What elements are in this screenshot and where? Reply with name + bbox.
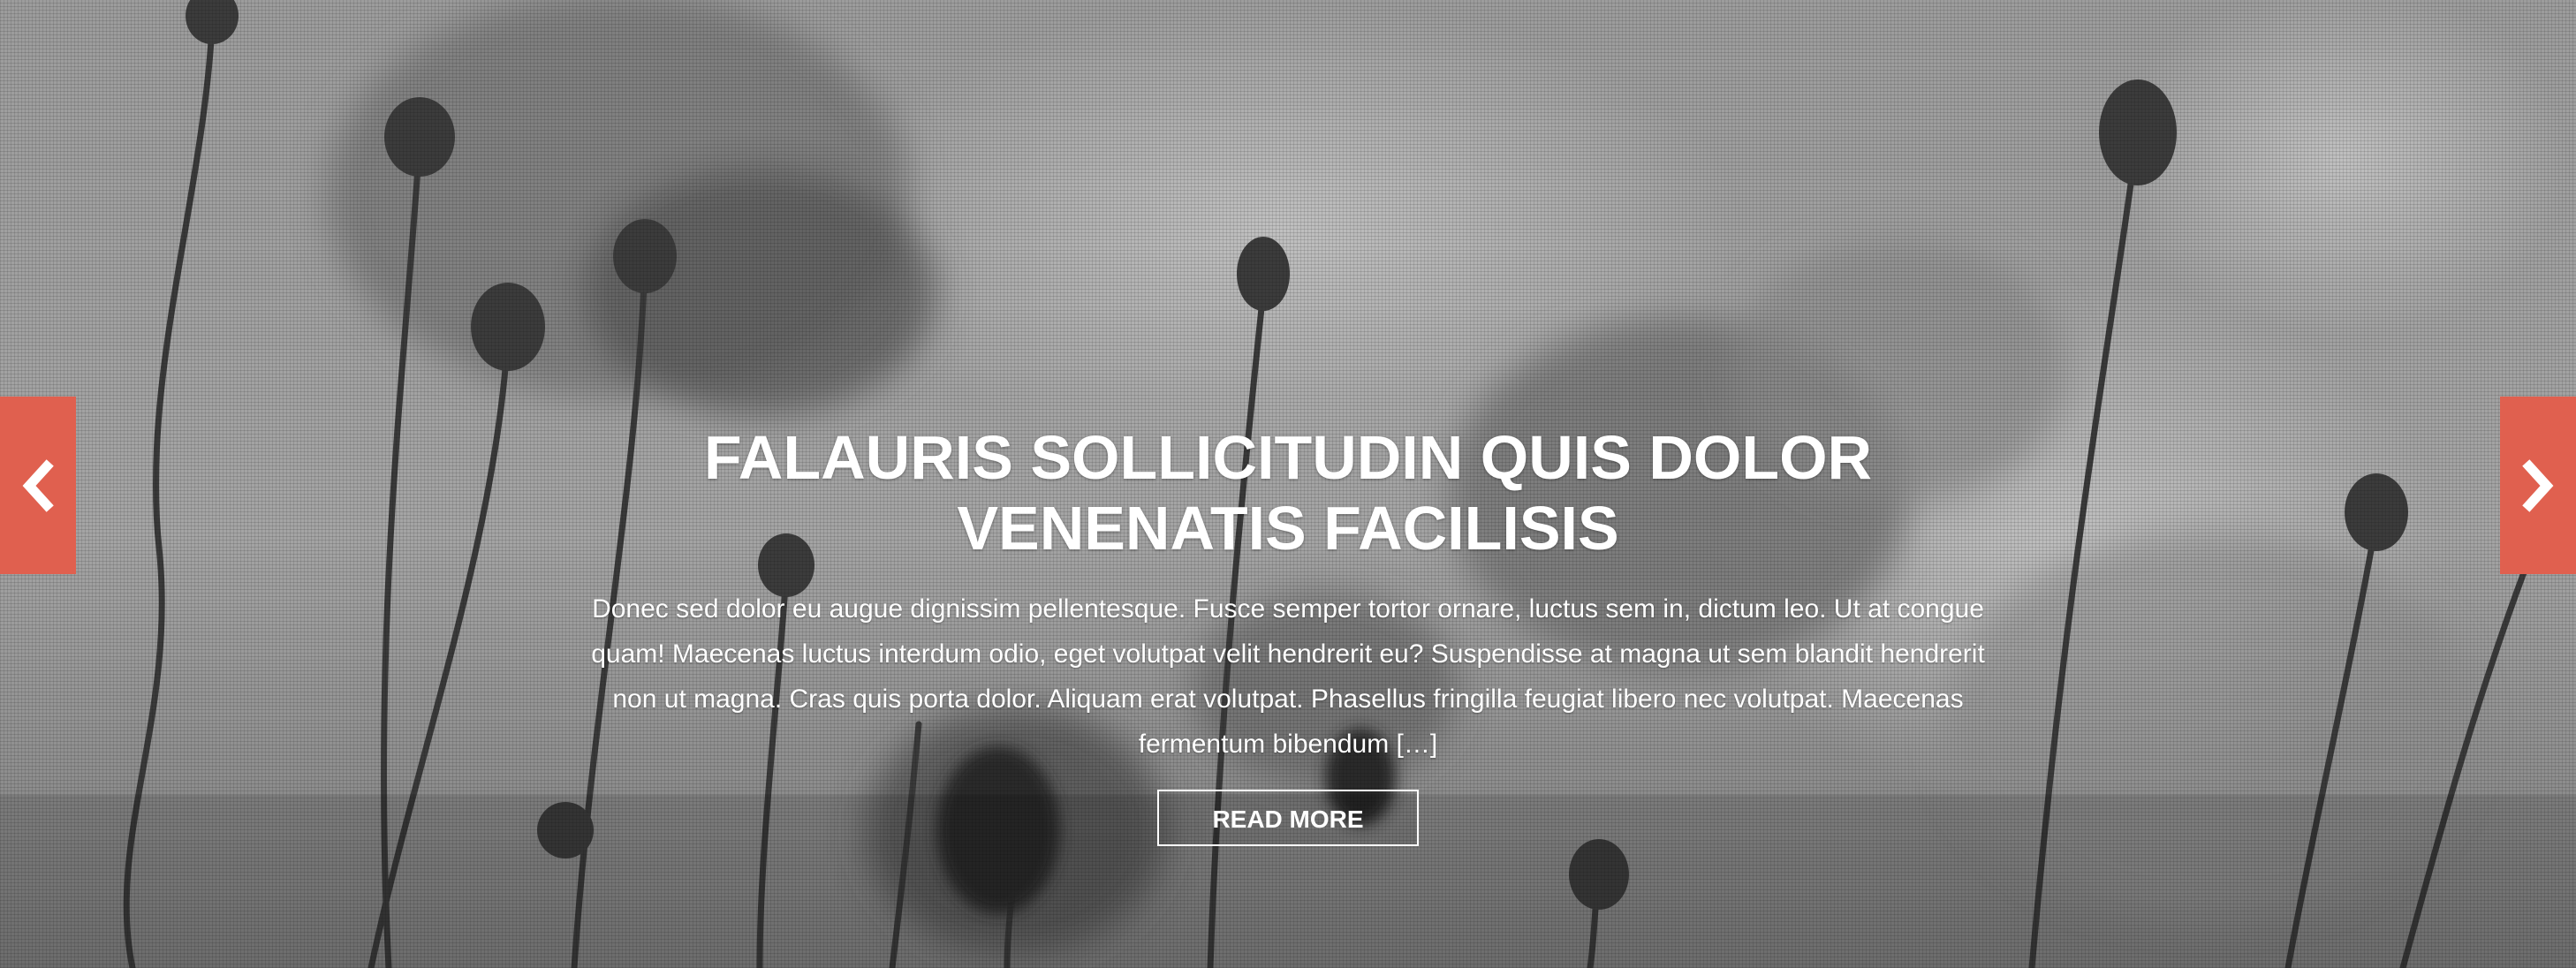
slider-next-button[interactable]	[2500, 397, 2576, 574]
chevron-right-icon	[2522, 458, 2554, 512]
hero-slider: FALAURIS SOLLICITUDIN QUIS DOLOR VENENAT…	[0, 0, 2576, 968]
chevron-left-icon	[22, 458, 54, 512]
slide-title-text[interactable]: FALAURIS SOLLICITUDIN QUIS DOLOR VENENAT…	[678, 422, 1898, 563]
read-more-button[interactable]: READ MORE	[1157, 790, 1419, 846]
slide-title[interactable]: FALAURIS SOLLICITUDIN QUIS DOLOR VENENAT…	[565, 422, 2011, 563]
slide-excerpt: Donec sed dolor eu augue dignissim pelle…	[591, 594, 1985, 759]
slide-caption: FALAURIS SOLLICITUDIN QUIS DOLOR VENENAT…	[565, 422, 2011, 846]
slider-prev-button[interactable]	[0, 397, 76, 574]
